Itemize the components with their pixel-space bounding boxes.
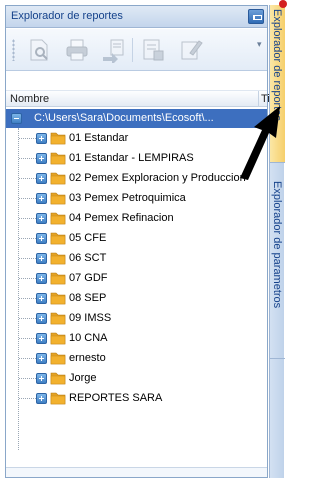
folder-icon xyxy=(50,232,66,245)
panel-bottom-strip xyxy=(6,467,267,477)
expand-icon[interactable] xyxy=(36,233,47,244)
folder-icon xyxy=(50,312,66,325)
pin-icon[interactable] xyxy=(248,9,264,24)
tree-folder-label: 09 IMSS xyxy=(69,312,112,324)
expand-icon[interactable] xyxy=(36,153,47,164)
folder-icon xyxy=(50,372,66,385)
tree-folder-node[interactable]: 01 Estandar xyxy=(6,129,267,148)
tree-folder-label: Jorge xyxy=(69,372,97,384)
new-report-icon[interactable] xyxy=(26,37,52,63)
expand-icon[interactable] xyxy=(36,293,47,304)
tree-folder-label: 06 SCT xyxy=(69,252,107,264)
expand-icon[interactable] xyxy=(36,193,47,204)
tree-guide-branch xyxy=(19,198,36,199)
tree-folder-node[interactable]: 08 SEP xyxy=(6,289,267,308)
tree-folder-node[interactable]: 10 CNA xyxy=(6,329,267,348)
tree-guide-branch xyxy=(19,138,36,139)
properties-icon[interactable] xyxy=(140,37,166,63)
folder-icon xyxy=(50,152,66,165)
folder-icon xyxy=(50,392,66,405)
tree-folder-label: 01 Estandar - LEMPIRAS xyxy=(69,152,194,164)
tree-folder-node[interactable]: 09 IMSS xyxy=(6,309,267,328)
annotation-arrow-icon xyxy=(240,106,280,180)
tree-guide-branch xyxy=(19,238,36,239)
collapse-icon[interactable] xyxy=(11,113,22,124)
expand-icon[interactable] xyxy=(36,393,47,404)
tree-guide-branch xyxy=(19,258,36,259)
tree-folder-label: ernesto xyxy=(69,352,106,364)
tree-folder-label: 02 Pemex Exploracion y Produccion xyxy=(69,172,246,184)
expand-icon[interactable] xyxy=(36,373,47,384)
side-tab-bar: Explorador de reportes Explorador de par… xyxy=(269,5,285,478)
tree-folder-node[interactable]: Jorge xyxy=(6,369,267,388)
print-icon[interactable] xyxy=(64,37,90,63)
expand-icon[interactable] xyxy=(36,333,47,344)
tree-folder-label: 05 CFE xyxy=(69,232,107,244)
expand-icon[interactable] xyxy=(36,273,47,284)
notification-dot-icon xyxy=(279,0,287,8)
folder-icon xyxy=(50,272,66,285)
export-icon[interactable] xyxy=(100,37,126,63)
toolbar-separator xyxy=(132,38,133,62)
tree-folder-node[interactable]: 04 Pemex Refinacion xyxy=(6,209,267,228)
tree-folder-label: 08 SEP xyxy=(69,292,107,304)
panel-title: Explorador de reportes xyxy=(11,10,123,22)
tree-guide-branch xyxy=(19,278,36,279)
folder-icon xyxy=(50,332,66,345)
report-explorer-panel: Explorador de reportes ▾ Nombre Ti C:\Us… xyxy=(5,5,270,478)
tree-folder-node[interactable]: 01 Estandar - LEMPIRAS xyxy=(6,149,267,168)
folder-icon xyxy=(50,132,66,145)
tree-root-node[interactable]: C:\Users\Sara\Documents\Ecosoft\... xyxy=(6,109,267,128)
folder-icon xyxy=(50,172,66,185)
expand-icon[interactable] xyxy=(36,313,47,324)
tree-guide-branch xyxy=(19,338,36,339)
tree-folder-node[interactable]: ernesto xyxy=(6,349,267,368)
tree-guide-branch xyxy=(19,378,36,379)
folder-icon xyxy=(50,192,66,205)
tree-folder-label: 01 Estandar xyxy=(69,132,129,144)
tree-guide-branch xyxy=(19,358,36,359)
tree-folder-node[interactable]: 05 CFE xyxy=(6,229,267,248)
tree-root-label: C:\Users\Sara\Documents\Ecosoft\... xyxy=(34,112,214,124)
toolbar: ▾ xyxy=(6,29,267,71)
toolbar-grip[interactable] xyxy=(12,39,15,61)
tree-folder-label: 07 GDF xyxy=(69,272,108,284)
folder-icon xyxy=(50,292,66,305)
tree-folder-label: REPORTES SARA xyxy=(69,392,163,404)
tree-folder-label: 04 Pemex Refinacion xyxy=(69,212,174,224)
column-header: Nombre Ti xyxy=(6,90,270,107)
tab-parameter-explorer-label: Explorador de parametros xyxy=(271,181,283,309)
tree-guide-branch xyxy=(19,298,36,299)
folder-icon xyxy=(50,212,66,225)
expand-icon[interactable] xyxy=(36,133,47,144)
tab-parameter-explorer[interactable]: Explorador de parametros xyxy=(270,177,285,359)
tree-guide-branch xyxy=(19,158,36,159)
folder-icon xyxy=(50,252,66,265)
expand-icon[interactable] xyxy=(36,253,47,264)
tree-folder-node[interactable]: 03 Pemex Petroquimica xyxy=(6,189,267,208)
tree-guide-branch xyxy=(19,318,36,319)
tree-guide-branch xyxy=(19,218,36,219)
tree-folder-node[interactable]: REPORTES SARA xyxy=(6,389,267,408)
expand-icon[interactable] xyxy=(36,353,47,364)
tree-guide-branch xyxy=(19,178,36,179)
tree-folder-node[interactable]: 06 SCT xyxy=(6,249,267,268)
tree-folder-node[interactable]: 02 Pemex Exploracion y Produccion xyxy=(6,169,267,188)
tree-guide-branch xyxy=(19,398,36,399)
report-tree: C:\Users\Sara\Documents\Ecosoft\... 01 E… xyxy=(6,109,267,469)
toolbar-overflow-icon[interactable]: ▾ xyxy=(257,39,265,61)
panel-titlebar: Explorador de reportes xyxy=(6,6,267,28)
tree-folder-label: 10 CNA xyxy=(69,332,108,344)
design-icon[interactable] xyxy=(178,37,204,63)
folder-icon xyxy=(50,352,66,365)
expand-icon[interactable] xyxy=(36,173,47,184)
tree-folder-node[interactable]: 07 GDF xyxy=(6,269,267,288)
tree-folder-label: 03 Pemex Petroquimica xyxy=(69,192,186,204)
column-name-header[interactable]: Nombre xyxy=(10,93,49,105)
expand-icon[interactable] xyxy=(36,213,47,224)
